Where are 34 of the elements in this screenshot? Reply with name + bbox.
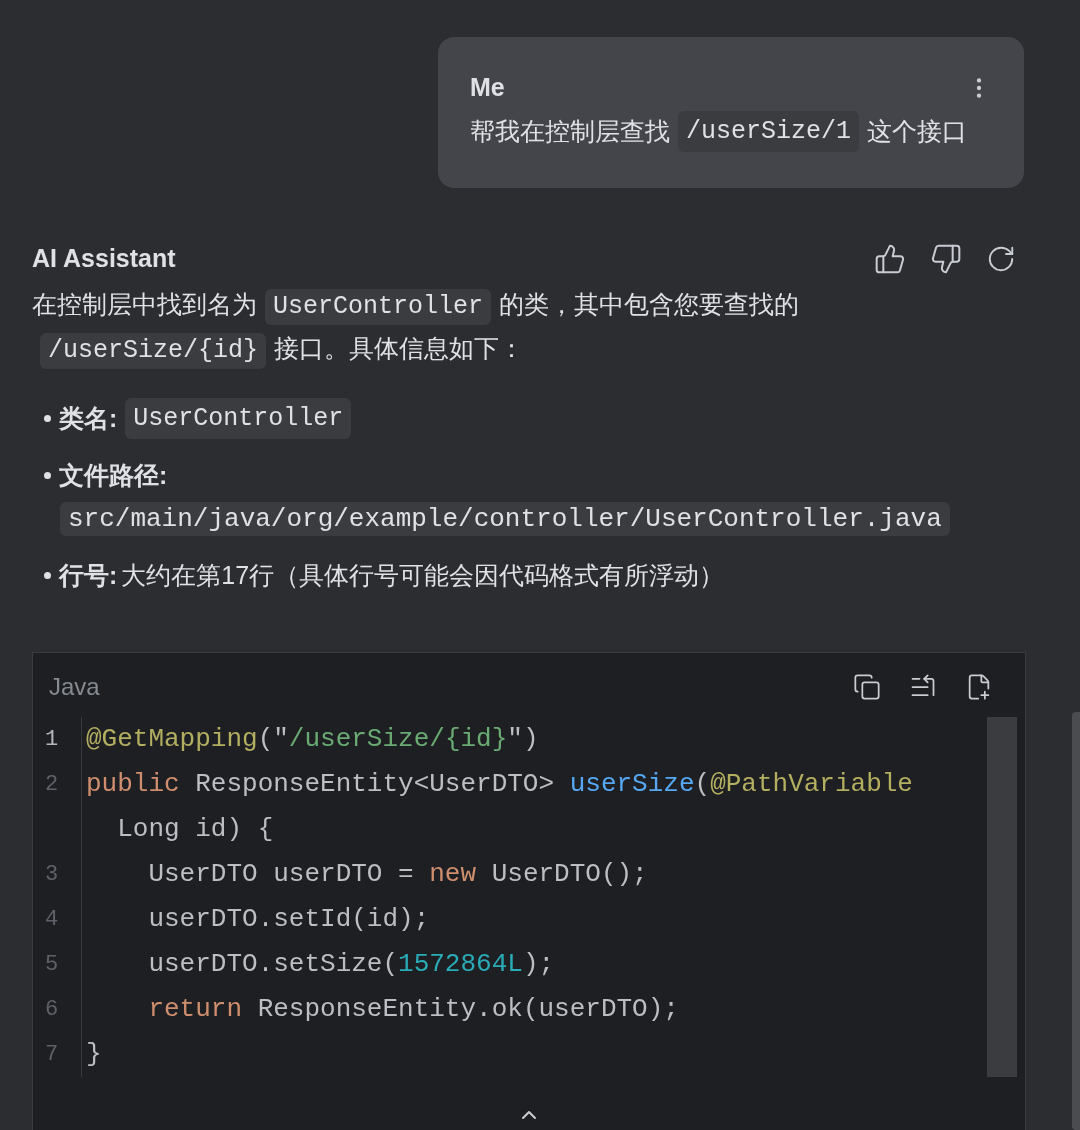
- thumbs-down-icon[interactable]: [930, 242, 962, 275]
- bullet-label: 类名:: [59, 402, 118, 434]
- line-number: 4: [44, 906, 60, 934]
- bullet-label: 行号:: [59, 559, 118, 591]
- inline-code: /userSize/1: [678, 110, 860, 152]
- bullet-icon: [44, 571, 51, 579]
- code-line: UserDTO userDTO = new UserDTO();: [147, 858, 648, 891]
- author-name: AI Assistant: [32, 243, 176, 274]
- code-line: userDTO.setSize(1572864L);: [147, 948, 555, 981]
- bullet-icon: [44, 472, 51, 480]
- copy-icon[interactable]: [853, 673, 881, 701]
- answer-paragraph: 在控制层中找到名为 UserController 的类，其中包含您要查找的 /userSize/{id} 接口。具体信息如下：: [32, 281, 912, 370]
- author-name: Me: [470, 72, 505, 103]
- line-number: 6: [44, 996, 60, 1024]
- bullet-text: 大约在第17行（具体行号可能会因代码格式有所浮动）: [121, 559, 725, 591]
- code-line: userDTO.setId(id);: [147, 903, 430, 936]
- thumbs-up-icon[interactable]: [874, 242, 906, 275]
- message-text: 这个接口: [867, 115, 968, 147]
- code-line: @GetMapping("/userSize/{id}"): [85, 723, 539, 756]
- line-number: 5: [44, 951, 60, 979]
- code-line: Long id) {: [116, 813, 274, 846]
- code-line: public ResponseEntity<UserDTO> userSize(@PathVariable: [85, 768, 913, 801]
- code-line: }: [85, 1038, 102, 1071]
- line-number: 7: [44, 1041, 60, 1069]
- line-number: 3: [44, 861, 60, 889]
- line-number: 1: [44, 726, 60, 754]
- bullet-label: 文件路径:: [59, 460, 168, 491]
- line-number: 2: [44, 771, 60, 799]
- code-line: return ResponseEntity.ok(userDTO);: [147, 993, 679, 1026]
- bullet-icon: [44, 414, 51, 422]
- inline-code: UserController: [125, 397, 352, 439]
- message-text: 帮我在控制层查找: [470, 115, 670, 147]
- file-path: src/main/java/org/example/controller/UserController.java: [60, 501, 950, 536]
- language-label: Java: [49, 672, 100, 702]
